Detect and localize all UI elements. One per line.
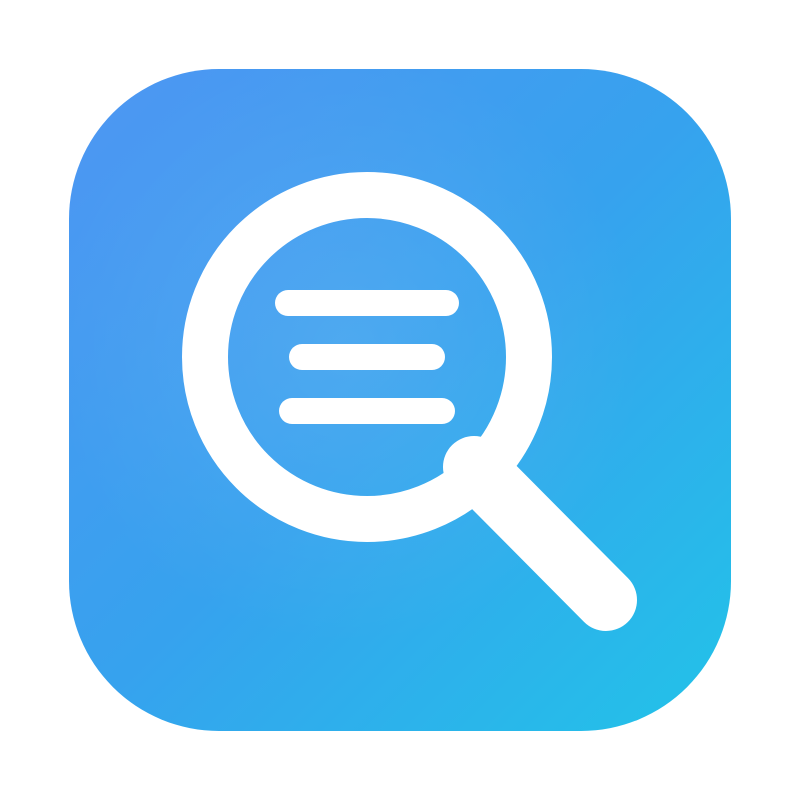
icon-canvas xyxy=(0,0,800,800)
app-icon-graphic xyxy=(69,69,731,731)
app-icon[interactable] xyxy=(69,69,731,731)
